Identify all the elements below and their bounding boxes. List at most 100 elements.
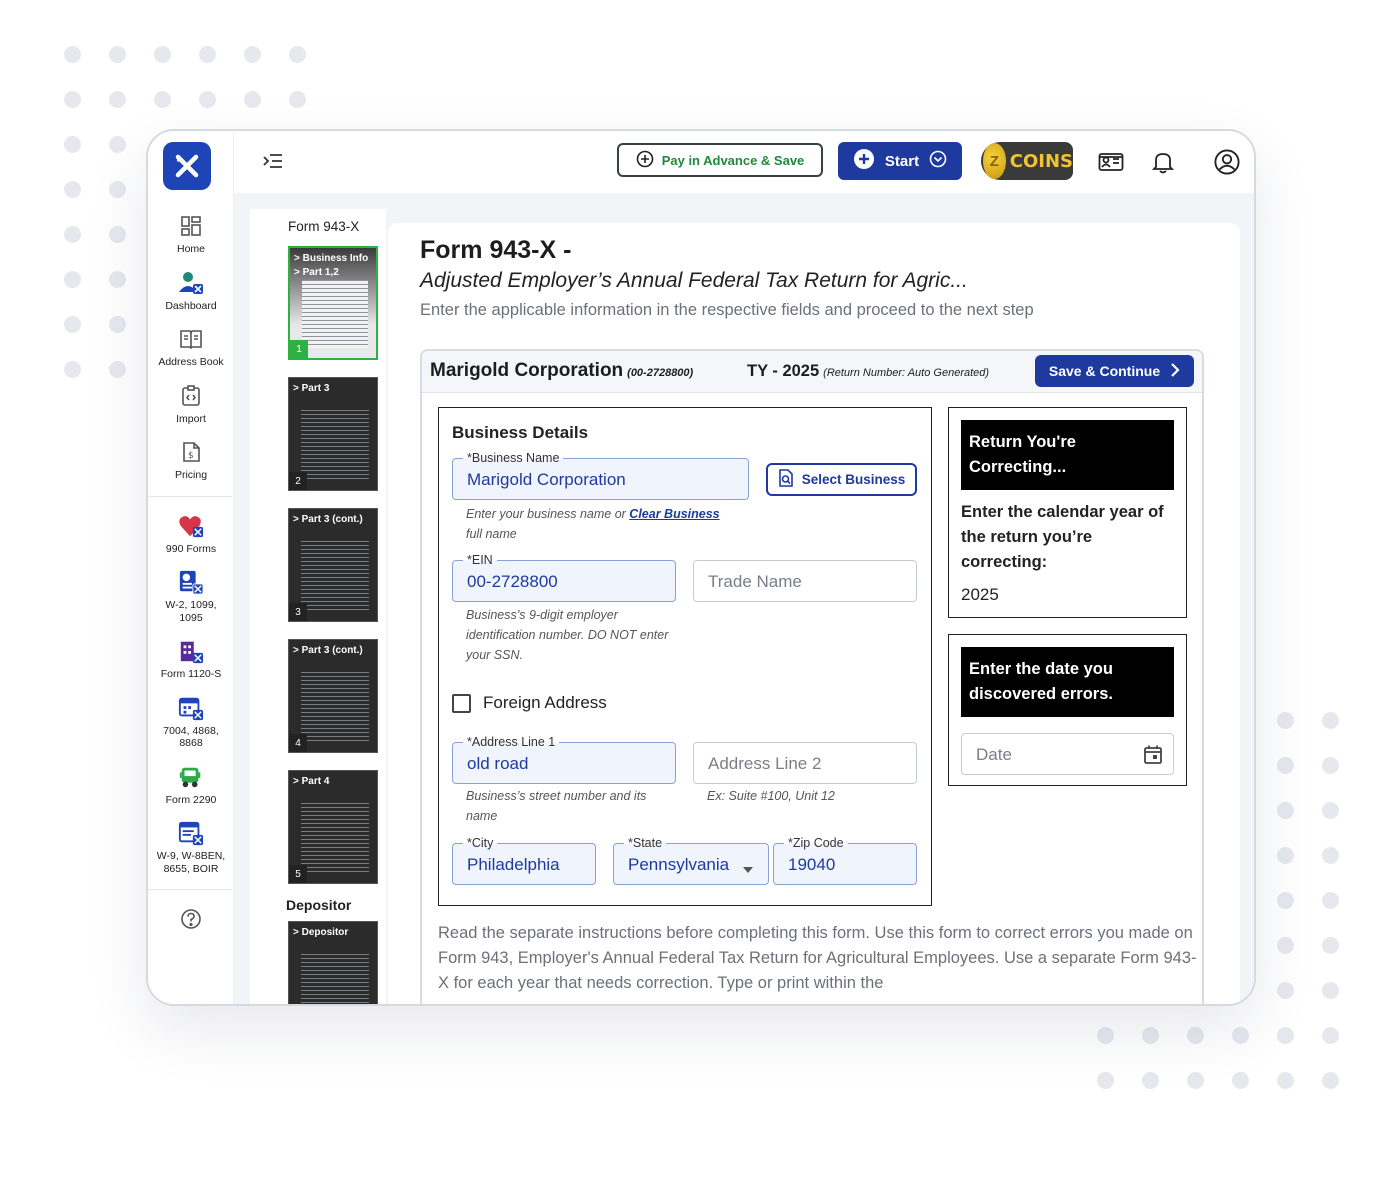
corporation-name: Marigold Corporation (00-2728800) [430, 360, 694, 381]
page-preview [301, 672, 369, 742]
sidebar-item-label: Import [176, 412, 206, 425]
page-preview [301, 803, 369, 873]
start-button[interactable]: Start [838, 142, 962, 180]
id-card-icon[interactable] [1098, 149, 1124, 175]
field-placeholder: Date [976, 745, 1012, 764]
coins-label: COINS [1009, 150, 1073, 172]
select-business-button[interactable]: Select Business [766, 463, 917, 496]
business-card: Marigold Corporation (00-2728800) TY - 20… [420, 349, 1204, 1004]
calendar-icon[interactable] [1143, 744, 1163, 770]
sidebar-item-label: Home [176, 243, 205, 255]
discovery-date-input[interactable]: Date [961, 733, 1174, 775]
user-profile-icon[interactable] [1214, 149, 1240, 175]
thumbnail-depositor[interactable]: > Depositor [288, 921, 378, 1004]
pricing-icon: $ [178, 439, 204, 465]
sidebar-item-label: 990 Forms [165, 542, 217, 555]
sidebar-divider [148, 889, 232, 890]
foreign-address-label: Foreign Address [483, 693, 607, 712]
business-name-field[interactable]: *Business Name Marigold Corporation [452, 451, 749, 500]
w2-form-icon [178, 569, 204, 595]
sidebar-item-form-1120s[interactable]: Form 1120-S [148, 638, 234, 681]
page-preview [301, 954, 369, 1004]
page-title: Form 943-X - [420, 236, 572, 264]
corporation-ein: (00-2728800) [627, 367, 694, 379]
decorative-dots [1097, 1027, 1339, 1089]
address-line-1-helper: Business’s street number and its name [466, 789, 647, 823]
svg-text:$: $ [188, 451, 194, 461]
thumbnail-caption: > Business Info > Part 1,2 [294, 253, 369, 278]
thumbnail-page-4[interactable]: > Part 3 (cont.) 4 [288, 639, 378, 753]
sidebar-item-pricing[interactable]: $ Pricing [148, 439, 234, 482]
return-correcting-heading: Return You're Correcting... [961, 420, 1174, 490]
sidebar-item-extensions[interactable]: 7004, 4868, 8868 [148, 695, 234, 750]
sidebar-item-w9[interactable]: W-9, W-8BEN, 8655, BOIR [148, 820, 234, 875]
zip-code-field[interactable]: *Zip Code 19040 [773, 836, 917, 885]
document-search-icon [778, 469, 794, 490]
truck-icon [178, 764, 204, 790]
return-correcting-text: Enter the calendar year of the return yo… [961, 503, 1164, 571]
save-continue-label: Save & Continue [1048, 363, 1161, 379]
select-business-label: Select Business [801, 472, 906, 487]
address-line-2-field[interactable]: Address Line 2 [693, 742, 917, 784]
foreign-address-checkbox[interactable] [452, 694, 471, 713]
decorative-dots [1277, 712, 1339, 999]
address-line-1-field[interactable]: *Address Line 1 old road [452, 735, 676, 784]
return-correcting-year[interactable]: 2025 [961, 585, 1174, 605]
thumbnail-page-5[interactable]: > Part 4 5 [288, 770, 378, 884]
clear-business-link[interactable]: Clear Business [629, 507, 719, 521]
top-bar: Pay in Advance & Save Start Z COINS 21 [234, 131, 1254, 193]
sidebar-item-address-book[interactable]: Address Book [148, 326, 234, 369]
ein-field[interactable]: *EIN 00-2728800 [452, 553, 676, 602]
bell-icon[interactable] [1150, 149, 1176, 175]
thumbnail-page-number: 3 [289, 603, 307, 621]
sidebar-item-w2-1099[interactable]: W-2, 1099, 1095 [148, 569, 234, 624]
thumbnail-page-number: 2 [289, 472, 307, 490]
sidebar-item-label: Dashboard [165, 299, 217, 312]
ein-helper: Business’s 9-digit employer identificati… [466, 608, 669, 662]
thumbnail-caption: > Part 3 (cont.) [293, 514, 363, 525]
w9-form-icon [178, 820, 204, 846]
sidebar-item-label: W-2, 1099, 1095 [165, 599, 217, 624]
business-details-title: Business Details [452, 423, 589, 442]
address-book-icon [178, 326, 204, 352]
sidebar-item-import[interactable]: Import [148, 383, 234, 426]
thumbnail-page-1[interactable]: > Business Info > Part 1,2 1 [288, 246, 378, 360]
sidebar-item-label: Address Book [158, 356, 224, 368]
field-label: *Address Line 1 [463, 735, 560, 749]
state-select[interactable]: *State Pennsylvania [613, 836, 769, 885]
coins-button[interactable]: Z COINS [981, 142, 1073, 180]
sidebar-item-990-forms[interactable]: 990 Forms [148, 513, 234, 556]
save-continue-button[interactable]: Save & Continue [1035, 355, 1194, 387]
discovery-date-heading: Enter the date you discovered errors. [961, 647, 1174, 717]
menu-toggle-icon[interactable] [262, 151, 284, 171]
sidebar-divider [148, 495, 232, 497]
thumbnail-caption: > Part 4 [293, 776, 330, 787]
trade-name-field[interactable]: Trade Name [693, 560, 917, 602]
city-field[interactable]: *City Philadelphia [452, 836, 596, 885]
field-placeholder: Address Line 2 [708, 754, 822, 773]
address-line-2-helper: Ex: Suite #100, Unit 12 [707, 789, 835, 803]
building-icon [178, 638, 204, 664]
thumbnail-page-2[interactable]: > Part 3 2 [288, 377, 378, 491]
field-label: *Zip Code [784, 836, 848, 850]
tax-year: TY - 2025 (Return Number: Auto Generated) [747, 362, 990, 380]
thumbnail-page-3[interactable]: > Part 3 (cont.) 3 [288, 508, 378, 622]
sidebar-item-form-2290[interactable]: Form 2290 [148, 764, 234, 807]
field-value: Marigold Corporation [467, 470, 626, 489]
app-logo[interactable] [163, 142, 211, 190]
pay-in-advance-button[interactable]: Pay in Advance & Save [617, 143, 823, 177]
field-value: Philadelphia [467, 855, 560, 874]
home-grid-icon [178, 213, 204, 239]
field-value: Pennsylvania [628, 855, 730, 874]
thumbnail-caption: > Part 3 (cont.) [293, 645, 363, 656]
chevron-right-icon [1170, 362, 1180, 381]
page-subtitle: Adjusted Employer’s Annual Federal Tax R… [420, 269, 968, 292]
content-area: Form 943-X > Business Info > Part 1,2 1 … [234, 193, 1254, 1004]
sidebar-item-home[interactable]: Home [148, 213, 234, 256]
thumbnail-page-number: 1 [290, 340, 308, 358]
sidebar-item-dashboard[interactable]: Dashboard [148, 270, 234, 313]
sidebar: Home Dashboard Address Book Import $ Pri… [148, 131, 234, 1004]
business-details-panel: Business Details *Business Name Marigold… [438, 407, 932, 906]
card-header: Marigold Corporation (00-2728800) TY - 20… [422, 351, 1202, 393]
help-button[interactable] [148, 906, 234, 936]
